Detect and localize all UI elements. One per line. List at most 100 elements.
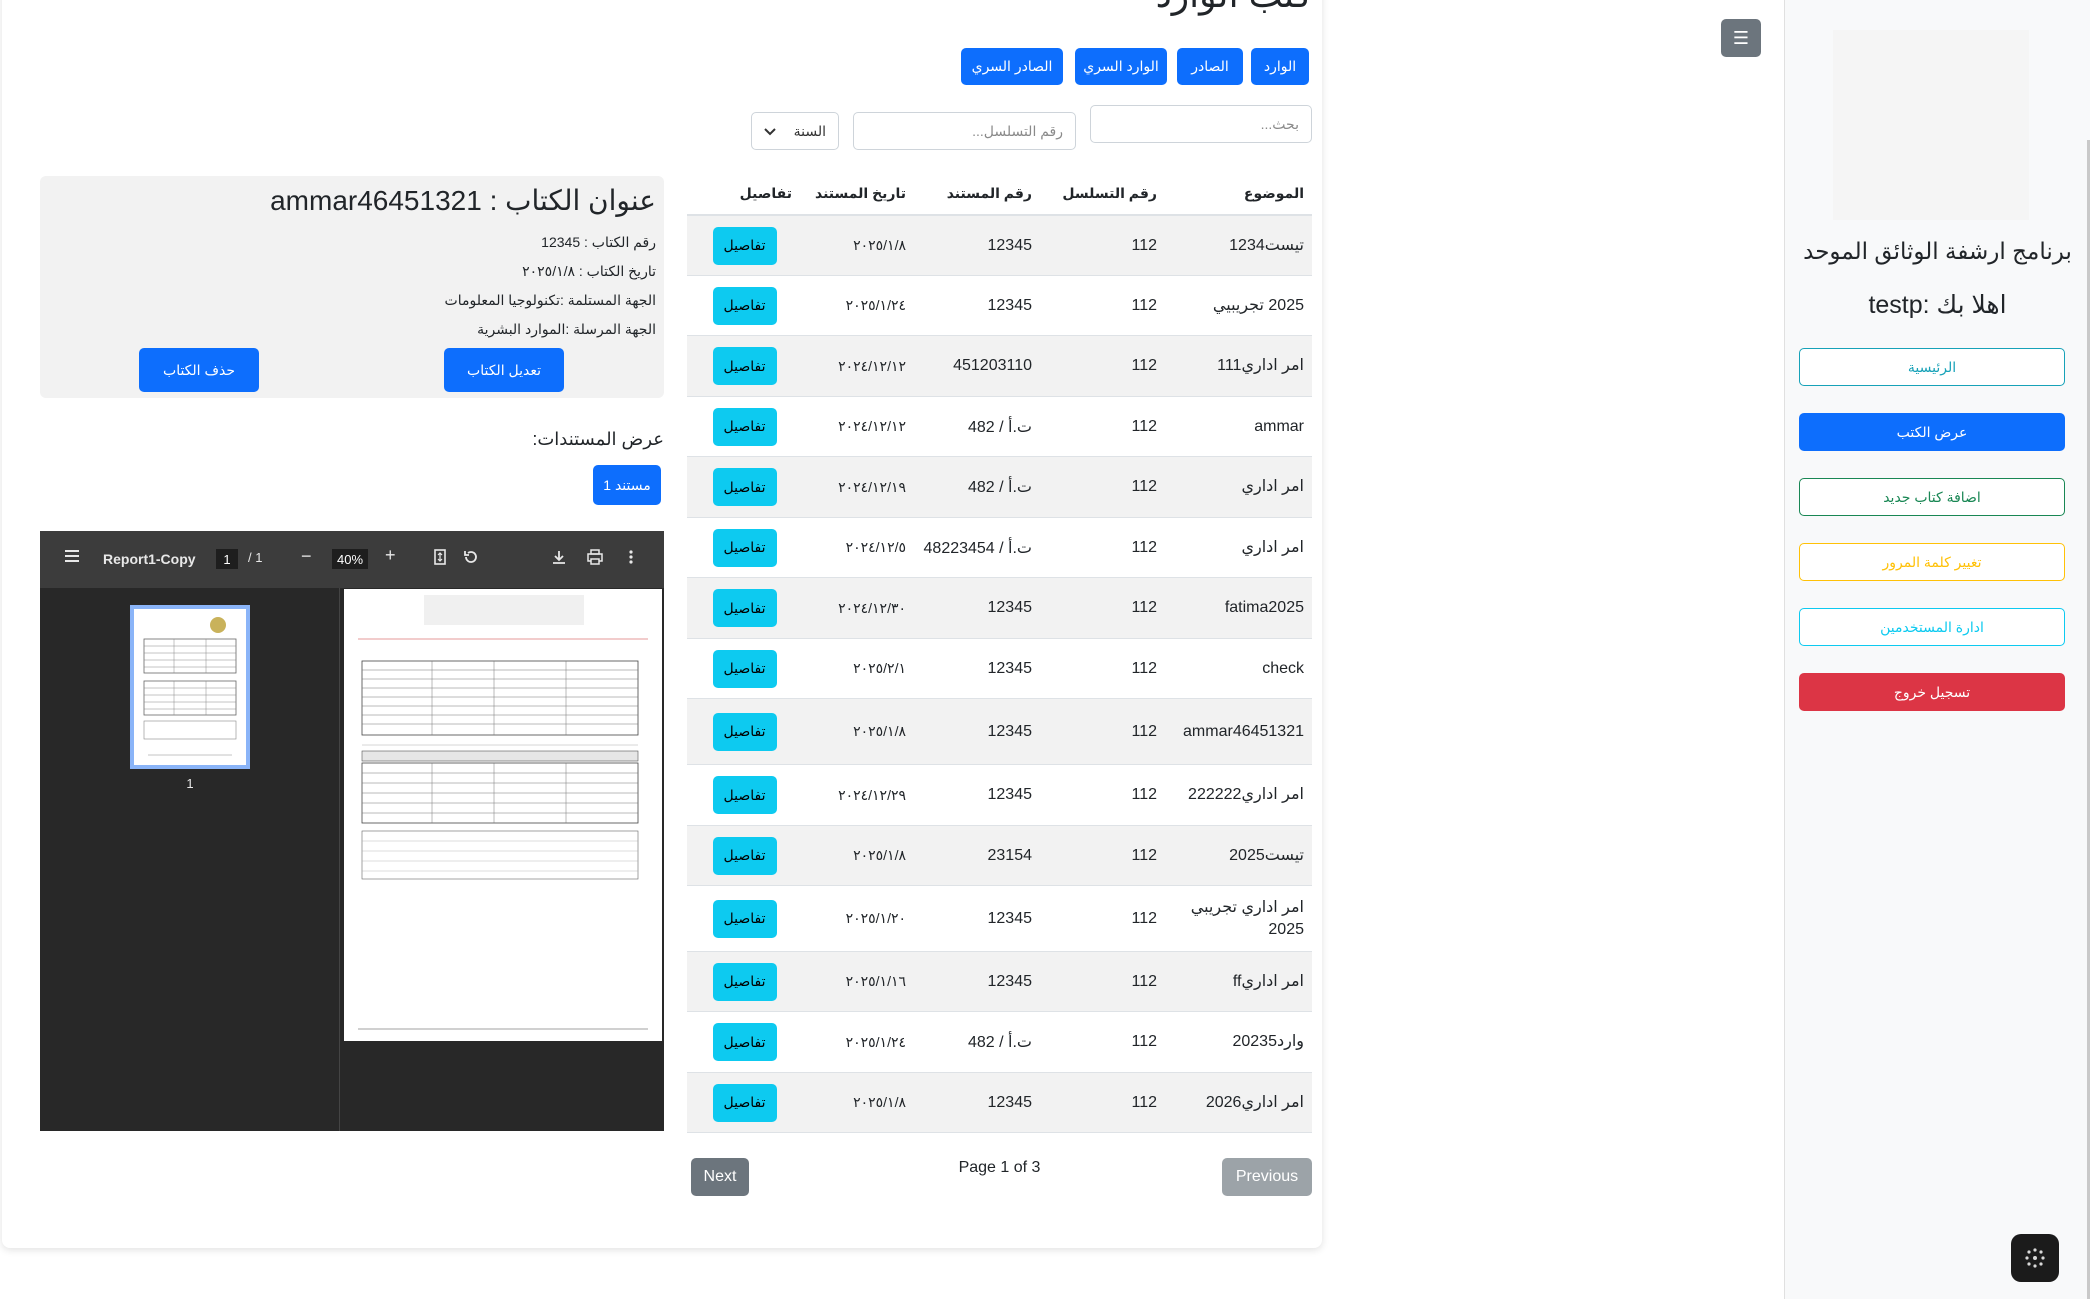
previous-button[interactable]: Previous (1222, 1158, 1312, 1196)
book-title: عنوان الكتاب : ammar46451321 (270, 185, 656, 216)
header-serial: رقم التسلسل (1062, 184, 1157, 201)
cell-doc-date: ٢٠٢٥/١/٨ (853, 237, 906, 253)
sidebar-item-manage-users[interactable]: ادارة المستخدمين (1799, 608, 2065, 646)
details-button[interactable]: تفاصيل (712, 712, 777, 751)
header-subject: الموضوع (1243, 184, 1304, 201)
edit-book-button[interactable]: تعديل الكتاب (444, 348, 564, 392)
details-button[interactable]: تفاصيل (712, 776, 777, 814)
details-button[interactable]: تفاصيل (712, 589, 777, 627)
details-button[interactable]: تفاصيل (712, 899, 777, 938)
header-doc-date: تاريخ المستند (814, 184, 906, 201)
table-row: تيست1234 112 12345 ٢٠٢٥/١/٨ تفاصيل (687, 216, 1312, 276)
header-doc-number: رقم المستند (946, 184, 1032, 201)
cell-subject: ammar46451321 (1183, 722, 1304, 740)
cell-subject: 2025 تجريبيي (1212, 296, 1304, 314)
tab-secret-incoming[interactable]: الوارد السري (1075, 48, 1167, 85)
logo (1833, 30, 2029, 220)
fit-page-icon[interactable] (434, 549, 446, 569)
cell-doc-number: 12345 (987, 722, 1033, 740)
logout-button[interactable]: تسجيل خروج (1799, 673, 2065, 711)
book-number: رقم الكتاب : 12345 (541, 234, 656, 250)
cell-serial: 112 (1131, 1033, 1157, 1050)
zoom-out-icon[interactable]: − (301, 546, 312, 567)
cell-subject: امر اداري (1241, 538, 1304, 556)
tab-outgoing[interactable]: الصادر (1177, 48, 1243, 85)
details-button[interactable]: تفاصيل (712, 649, 777, 688)
rotate-icon[interactable] (463, 549, 479, 569)
details-button[interactable]: تفاصيل (712, 528, 777, 567)
cell-details: تفاصيل (687, 286, 802, 325)
sidebar: برنامج ارشفة الوثائق الموحد اهلا بك :tes… (1784, 0, 2090, 1299)
search-input[interactable]: بحث... (1090, 105, 1312, 143)
cell-subject: امر اداري تجريبي 2025 (1190, 898, 1304, 938)
receiver-department: الجهة المستلمة :تكنولوجيا المعلومات (444, 292, 656, 308)
sidebar-item-change-password[interactable]: تغيير كلمة المرور (1799, 543, 2065, 581)
cell-doc-date: ٢٠٢٥/١/٢٤ (845, 1033, 906, 1050)
cell-doc-number: 451203110 (953, 357, 1032, 374)
cell-doc-date: ٢٠٢٥/١/٨ (853, 1094, 906, 1110)
zoom-in-icon[interactable]: + (385, 545, 396, 566)
details-button[interactable]: تفاصيل (712, 286, 777, 325)
cell-doc-number: ت.أ / 482 (968, 418, 1032, 436)
cell-doc-date: ٢٠٢٥/١/١٦ (845, 973, 906, 989)
sender-department: الجهة المرسلة :الموارد البشرية (477, 321, 656, 337)
year-select-label: السنة (793, 122, 826, 139)
year-select[interactable]: السنة (751, 112, 839, 150)
cell-subject: امر اداري111 (1217, 357, 1304, 374)
cell-serial: 112 (1131, 722, 1157, 740)
details-button[interactable]: تفاصيل (712, 468, 777, 506)
cell-doc-date: ٢٠٢٤/١٢/١٢ (838, 418, 906, 434)
cell-doc-date: ٢٠٢٥/١/٢٤ (845, 297, 906, 313)
cell-serial: 112 (1131, 357, 1157, 374)
details-button[interactable]: تفاصيل (712, 1023, 777, 1061)
cell-subject: check (1262, 659, 1304, 677)
cell-subject: fatima2025 (1224, 599, 1304, 616)
app-title: برنامج ارشفة الوثائق الموحد (1803, 238, 2072, 264)
more-options-icon[interactable] (629, 549, 633, 569)
cell-subject: تيست1234 (1229, 236, 1304, 254)
sidebar-toggle-button[interactable]: ☰ (1721, 19, 1761, 57)
details-button[interactable]: تفاصيل (712, 1083, 777, 1122)
print-icon[interactable] (587, 549, 603, 569)
cell-serial: 112 (1131, 236, 1157, 254)
cell-doc-date: ٢٠٢٤/١٢/٢٩ (838, 786, 906, 803)
cell-doc-number: 23154 (987, 846, 1033, 864)
details-button[interactable]: تفاصيل (712, 962, 777, 1001)
table-row: تيست2025 112 23154 ٢٠٢٥/١/٨ تفاصيل (687, 826, 1312, 886)
details-button[interactable]: تفاصيل (712, 836, 777, 875)
tab-secret-outgoing[interactable]: الصادر السري (961, 48, 1063, 85)
table-row: امر اداري 112 ت.أ / 48223454 ٢٠٢٤/١٢/٥ تفاصي… (687, 518, 1312, 578)
table-row: ammar 112 ت.أ / 482 ٢٠٢٤/١٢/١٢ تفاصيل (687, 397, 1312, 457)
chevron-down-icon (764, 123, 776, 139)
cell-doc-date: ٢٠٢٤/١٢/١٢ (838, 357, 906, 374)
table-row: امر اداري222222 112 12345 ٢٠٢٤/١٢/٢٩ تفاصيل (687, 765, 1312, 826)
next-button[interactable]: Next (691, 1158, 749, 1196)
pdf-page-thumbnail[interactable] (130, 605, 250, 769)
download-icon[interactable] (551, 549, 567, 569)
cell-subject: امر اداري2026 (1205, 1093, 1304, 1111)
details-button[interactable]: تفاصيل (712, 226, 777, 265)
details-button[interactable]: تفاصيل (712, 347, 777, 385)
table-row: امر اداري 112 ت.أ / 482 ٢٠٢٤/١٢/١٩ تفاصيل (687, 457, 1312, 518)
corner-logo-icon[interactable] (2011, 1234, 2059, 1282)
document-1-button[interactable]: مستند 1 (593, 465, 661, 505)
details-button[interactable]: تفاصيل (712, 407, 777, 446)
cell-details: تفاصيل (687, 226, 802, 265)
cell-doc-number: 12345 (987, 599, 1033, 616)
cell-serial: 112 (1131, 478, 1157, 495)
cell-details: تفاصيل (687, 899, 802, 938)
cell-details: تفاصيل (687, 407, 802, 446)
tab-incoming[interactable]: الوارد (1251, 48, 1309, 85)
pagination: Next Page 1 of 3 Previous (687, 1155, 1312, 1196)
serial-search-input[interactable]: رقم التسلسل... (853, 112, 1076, 150)
sidebar-item-view-books[interactable]: عرض الكتب (1799, 413, 2065, 451)
cell-doc-date: ٢٠٢٥/١/٢٠ (845, 910, 906, 926)
table-row: امر اداريff 112 12345 ٢٠٢٥/١/١٦ تفاصيل (687, 952, 1312, 1012)
sidebar-item-add-book[interactable]: اضافة كتاب جديد (1799, 478, 2065, 516)
menu-icon[interactable] (64, 549, 80, 567)
sidebar-item-home[interactable]: الرئيسية (1799, 348, 2065, 386)
cell-doc-date: ٢٠٢٥/١/٨ (853, 723, 906, 739)
pdf-page-input[interactable]: 1 (216, 549, 238, 569)
pdf-zoom-input[interactable]: 40% (332, 549, 368, 569)
delete-book-button[interactable]: حذف الكتاب (139, 348, 259, 392)
